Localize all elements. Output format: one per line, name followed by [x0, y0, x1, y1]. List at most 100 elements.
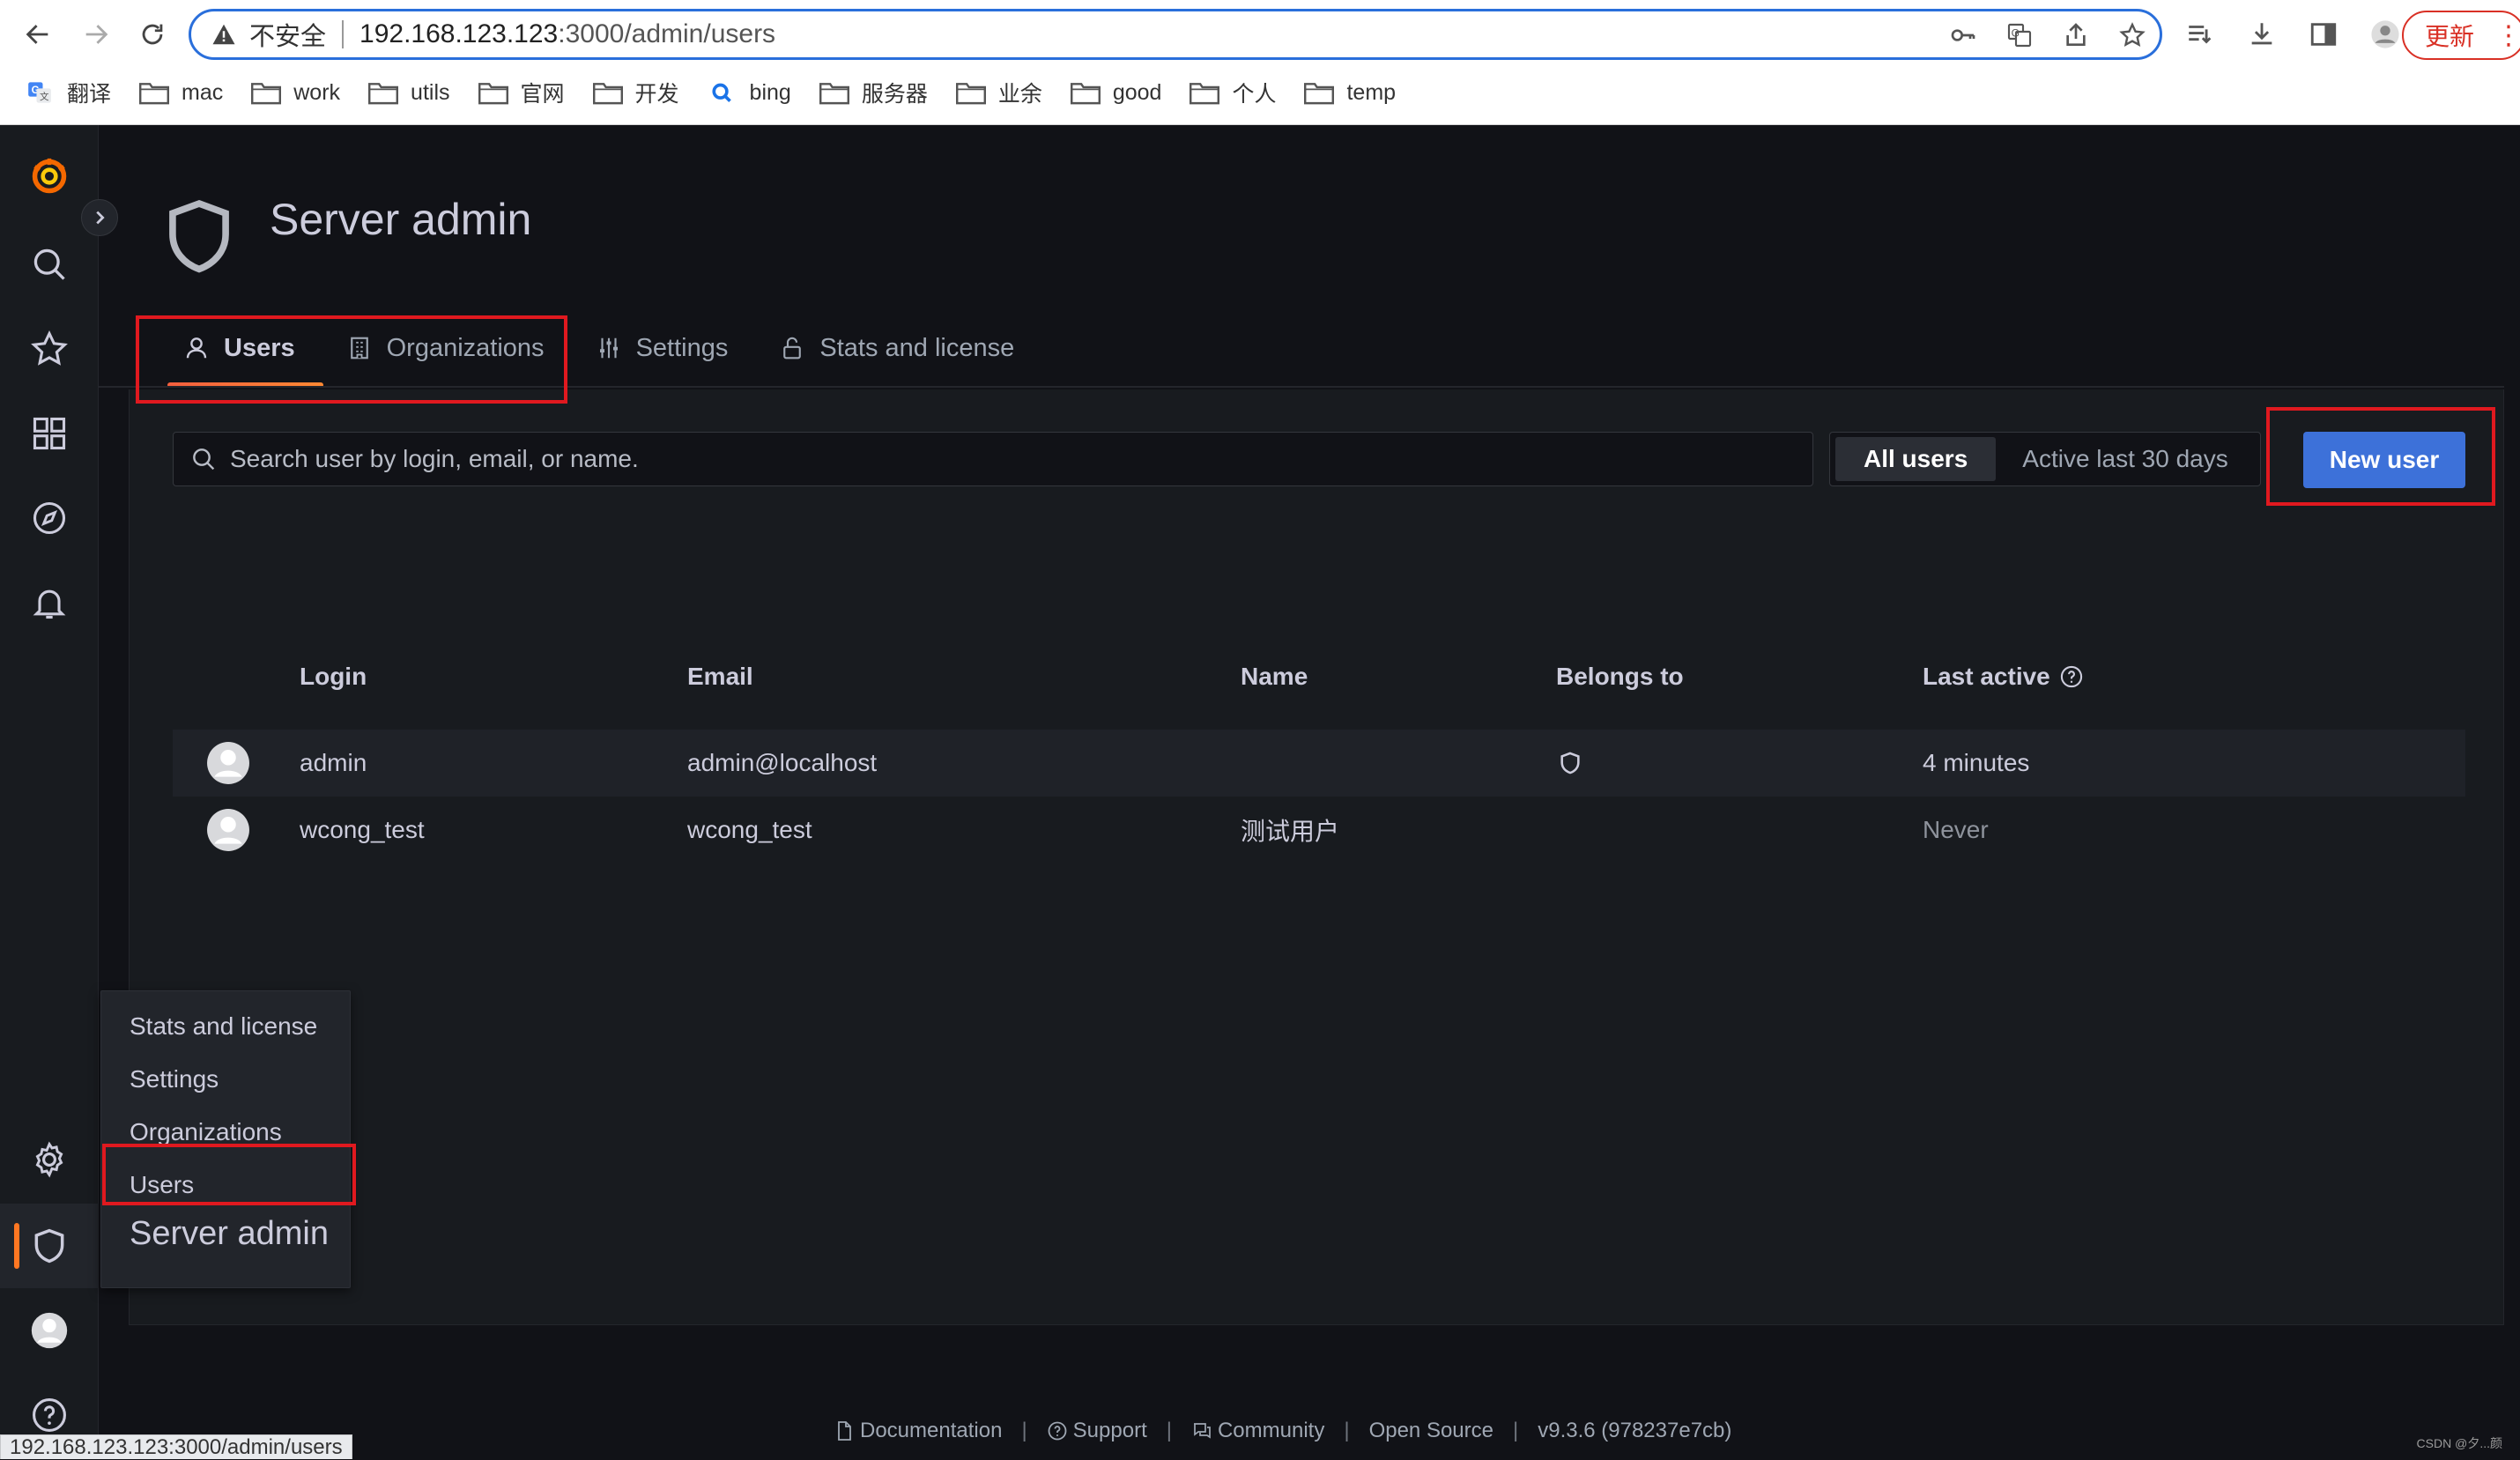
insecure-label: 不安全: [249, 23, 327, 51]
user-filter-radio-group: All users Active last 30 days: [1829, 432, 2261, 486]
expand-nav-button[interactable]: [81, 199, 118, 236]
bookmark-bing[interactable]: bing: [708, 80, 791, 106]
user-login[interactable]: wcong_test: [300, 797, 425, 863]
warning-icon: [212, 24, 235, 45]
question-icon: [1048, 1421, 1067, 1441]
column-header-last-active[interactable]: Last active: [1923, 663, 2084, 691]
translate-icon: G文: [28, 82, 51, 103]
info-question-icon[interactable]: [2059, 664, 2084, 689]
address-bar[interactable]: 不安全 192.168.123.123:3000/admin/users G: [189, 9, 2162, 60]
more-vertical-icon[interactable]: ⋮: [2495, 20, 2520, 51]
user-email[interactable]: admin@localhost: [687, 730, 877, 797]
footer-documentation-link[interactable]: Documentation: [834, 1419, 1002, 1443]
lock-icon: [783, 337, 802, 359]
bookmark-official[interactable]: 官网: [478, 77, 565, 108]
alerting-bell-icon[interactable]: [25, 578, 74, 627]
search-icon[interactable]: [25, 240, 74, 289]
belongs-to-shield-icon: [1558, 730, 1582, 797]
user-search-field[interactable]: [173, 432, 1813, 486]
bookmark-mac[interactable]: mac: [139, 80, 223, 106]
share-icon[interactable]: [2059, 19, 2093, 52]
column-header-belongs-to[interactable]: Belongs to: [1556, 663, 1684, 691]
search-icon: [712, 83, 731, 103]
bookmark-dev[interactable]: 开发: [592, 77, 679, 108]
sliders-icon: [599, 337, 618, 359]
bookmark-translate[interactable]: G文 翻译: [25, 77, 111, 108]
explore-compass-icon[interactable]: [25, 493, 74, 543]
footer-support-link[interactable]: Support: [1047, 1419, 1147, 1443]
search-icon: [193, 448, 215, 471]
grafana-app: Server admin Users Organizations Setting…: [0, 125, 2520, 1459]
folder-icon: [819, 83, 849, 105]
user-login[interactable]: admin: [300, 730, 367, 797]
flyout-title[interactable]: Server admin: [130, 1215, 329, 1253]
user-email[interactable]: wcong_test: [687, 797, 812, 863]
column-header-email[interactable]: Email: [687, 663, 753, 691]
footer-version[interactable]: v9.3.6 (978237e7cb): [1538, 1419, 1731, 1443]
flyout-item-organizations[interactable]: Organizations: [130, 1118, 282, 1146]
nav-active-indicator: [14, 1223, 19, 1269]
star-bookmark-icon[interactable]: [2116, 19, 2149, 52]
footer-community-link[interactable]: Community: [1191, 1419, 1324, 1443]
profile-icon[interactable]: [2367, 16, 2404, 53]
key-icon[interactable]: [1946, 19, 1980, 52]
back-arrow-icon[interactable]: [18, 14, 58, 55]
footer-separator: |: [1021, 1419, 1027, 1442]
avatar: [206, 797, 250, 863]
configuration-gear-icon[interactable]: [25, 1135, 74, 1184]
flyout-item-settings[interactable]: Settings: [130, 1065, 219, 1093]
bookmark-personal[interactable]: 个人: [1190, 77, 1276, 108]
annotation-box-tabs: [136, 315, 567, 404]
search-input[interactable]: [230, 445, 1798, 473]
footer-separator: |: [1512, 1419, 1519, 1442]
user-name[interactable]: 测试用户: [1241, 797, 1339, 863]
comments-icon: [1193, 1423, 1211, 1439]
translate-page-icon[interactable]: G: [2003, 19, 2036, 52]
grafana-logo-icon[interactable]: [25, 152, 74, 201]
update-button[interactable]: 更新 ⋮: [2402, 11, 2520, 60]
user-last-active: Never: [1923, 816, 1989, 843]
side-nav: [0, 125, 99, 1459]
chevron-right-icon: [96, 211, 105, 225]
bookmark-utils[interactable]: utils: [368, 80, 450, 106]
reload-icon[interactable]: [132, 14, 173, 55]
svg-text:G: G: [2012, 26, 2020, 39]
folder-icon: [592, 83, 623, 105]
bookmark-servers[interactable]: 服务器: [819, 77, 928, 108]
browser-chrome: 不安全 192.168.123.123:3000/admin/users G 更…: [0, 0, 2520, 125]
bookmark-hobby[interactable]: 业余: [955, 77, 1042, 108]
forward-arrow-icon[interactable]: [76, 14, 116, 55]
bookmarks-bar: G文 翻译 mac work utils 官网 开发 bing 服务器 业余 g…: [0, 70, 2520, 115]
tab-stats-and-license[interactable]: Stats and license: [779, 321, 1014, 375]
tab-settings[interactable]: Settings: [596, 321, 728, 375]
filter-active-last-30-days[interactable]: Active last 30 days: [1996, 437, 2254, 481]
table-row[interactable]: wcong_test wcong_test 测试用户 Never: [173, 797, 2465, 863]
user-avatar-icon[interactable]: [25, 1306, 74, 1355]
bookmark-good[interactable]: good: [1070, 80, 1161, 106]
side-panel-icon[interactable]: [2305, 16, 2342, 53]
folder-icon: [478, 83, 508, 105]
folder-icon: [251, 83, 282, 105]
update-label: 更新: [2425, 23, 2475, 50]
page-title: Server admin: [270, 195, 532, 244]
table-row[interactable]: admin admin@localhost 4 minutes: [173, 730, 2465, 797]
server-admin-shield-icon[interactable]: [25, 1221, 74, 1271]
dashboards-icon[interactable]: [25, 409, 74, 458]
bookmark-work[interactable]: work: [251, 80, 340, 106]
download-icon[interactable]: [2243, 16, 2280, 53]
footer-open-source-link[interactable]: Open Source: [1369, 1419, 1493, 1443]
annotation-box-flyout-users: [102, 1144, 356, 1205]
filter-all-users[interactable]: All users: [1835, 437, 1997, 481]
flyout-item-stats-and-license[interactable]: Stats and license: [130, 1012, 317, 1041]
column-header-name[interactable]: Name: [1241, 663, 1308, 691]
folder-icon: [1190, 83, 1220, 105]
status-bar-url: 192.168.123.123:3000/admin/users: [0, 1434, 352, 1459]
column-header-login[interactable]: Login: [300, 663, 367, 691]
document-icon: [838, 1421, 851, 1441]
bookmark-temp[interactable]: temp: [1304, 80, 1396, 106]
starred-icon[interactable]: [25, 324, 74, 374]
reading-list-icon[interactable]: [2182, 16, 2219, 53]
help-question-icon[interactable]: [25, 1390, 74, 1440]
folder-icon: [1304, 83, 1335, 105]
footer-separator: |: [1166, 1419, 1172, 1442]
